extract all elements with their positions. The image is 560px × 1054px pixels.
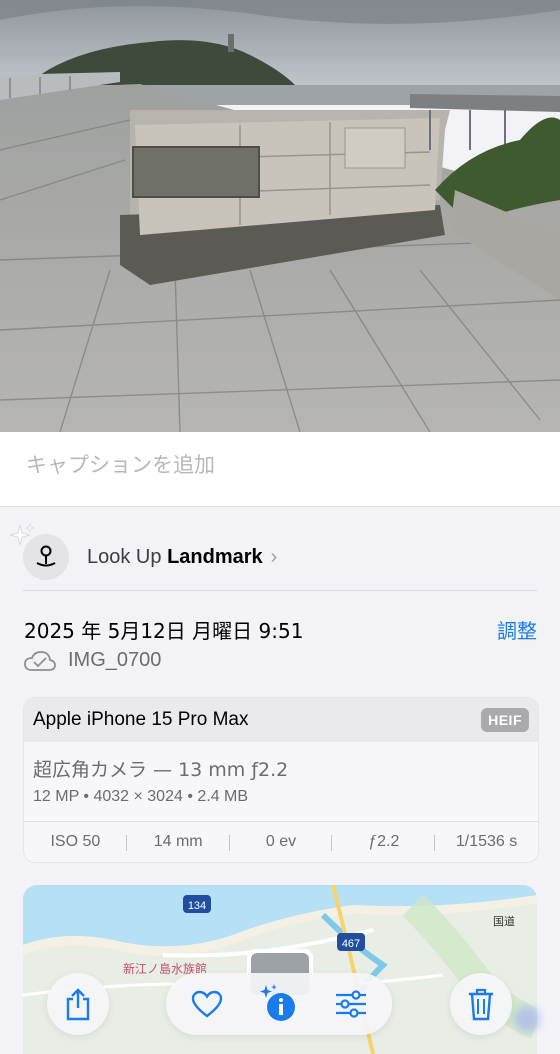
delete-button[interactable] bbox=[450, 973, 512, 1035]
file-info: IMG_0700 bbox=[24, 649, 161, 672]
route-134-shield: 134 bbox=[183, 895, 211, 913]
svg-text:467: 467 bbox=[342, 938, 360, 950]
info-button[interactable] bbox=[248, 973, 310, 1035]
exif-exposure-bias: 0 ev bbox=[230, 833, 333, 851]
exif-aperture: ƒ2.2 bbox=[332, 833, 435, 851]
file-name: IMG_0700 bbox=[68, 649, 162, 671]
route-467-shield: 467 bbox=[337, 933, 365, 951]
look-up-landmark-button[interactable]: Look Up Landmark › bbox=[23, 527, 537, 587]
favorite-button[interactable] bbox=[176, 973, 238, 1035]
map-road-label: 国道 bbox=[493, 914, 515, 928]
icloud-check-icon bbox=[24, 650, 56, 671]
camera-card-header: Apple iPhone 15 Pro Max HEIF bbox=[24, 698, 538, 742]
svg-text:134: 134 bbox=[188, 900, 206, 912]
photo-view[interactable] bbox=[0, 0, 560, 432]
edit-adjust-button[interactable] bbox=[320, 973, 382, 1035]
sliders-icon bbox=[336, 990, 366, 1018]
format-badge: HEIF bbox=[481, 708, 529, 732]
landmark-pin-icon bbox=[23, 534, 69, 580]
toolbar-center-group bbox=[166, 973, 392, 1035]
share-icon bbox=[66, 988, 90, 1021]
capture-datetime: 2025 年 5月12日 月曜日 9:51 bbox=[24, 619, 304, 643]
lens-info: 超広角カメラ — 13 mm ƒ2.2 bbox=[33, 759, 289, 781]
divider bbox=[23, 590, 537, 591]
chevron-right-icon: › bbox=[270, 545, 278, 568]
exif-row: ISO 50 14 mm 0 ev ƒ2.2 1/1536 s bbox=[24, 822, 538, 862]
exif-iso: ISO 50 bbox=[24, 833, 127, 851]
info-panel: Look Up Landmark › 2025 年 5月12日 月曜日 9:51… bbox=[0, 507, 560, 1054]
camera-info-card: Apple iPhone 15 Pro Max HEIF 超広角カメラ — 13… bbox=[23, 697, 539, 863]
look-up-label: Look Up Landmark bbox=[87, 545, 263, 568]
adjust-button[interactable]: 調整 bbox=[497, 615, 537, 644]
heart-icon bbox=[191, 990, 223, 1018]
exif-shutter: 1/1536 s bbox=[455, 833, 518, 850]
share-button[interactable] bbox=[47, 973, 109, 1035]
caption-input[interactable] bbox=[24, 452, 528, 478]
siri-glow bbox=[514, 1006, 540, 1032]
camera-model: Apple iPhone 15 Pro Max bbox=[33, 709, 249, 730]
info-sparkle-icon bbox=[260, 984, 295, 1021]
image-specs: 12 MP • 4032 × 3024 • 2.4 MB bbox=[33, 788, 249, 805]
exif-focal-length: 14 mm bbox=[127, 833, 230, 851]
trash-icon bbox=[469, 988, 493, 1021]
caption-area bbox=[0, 432, 560, 507]
